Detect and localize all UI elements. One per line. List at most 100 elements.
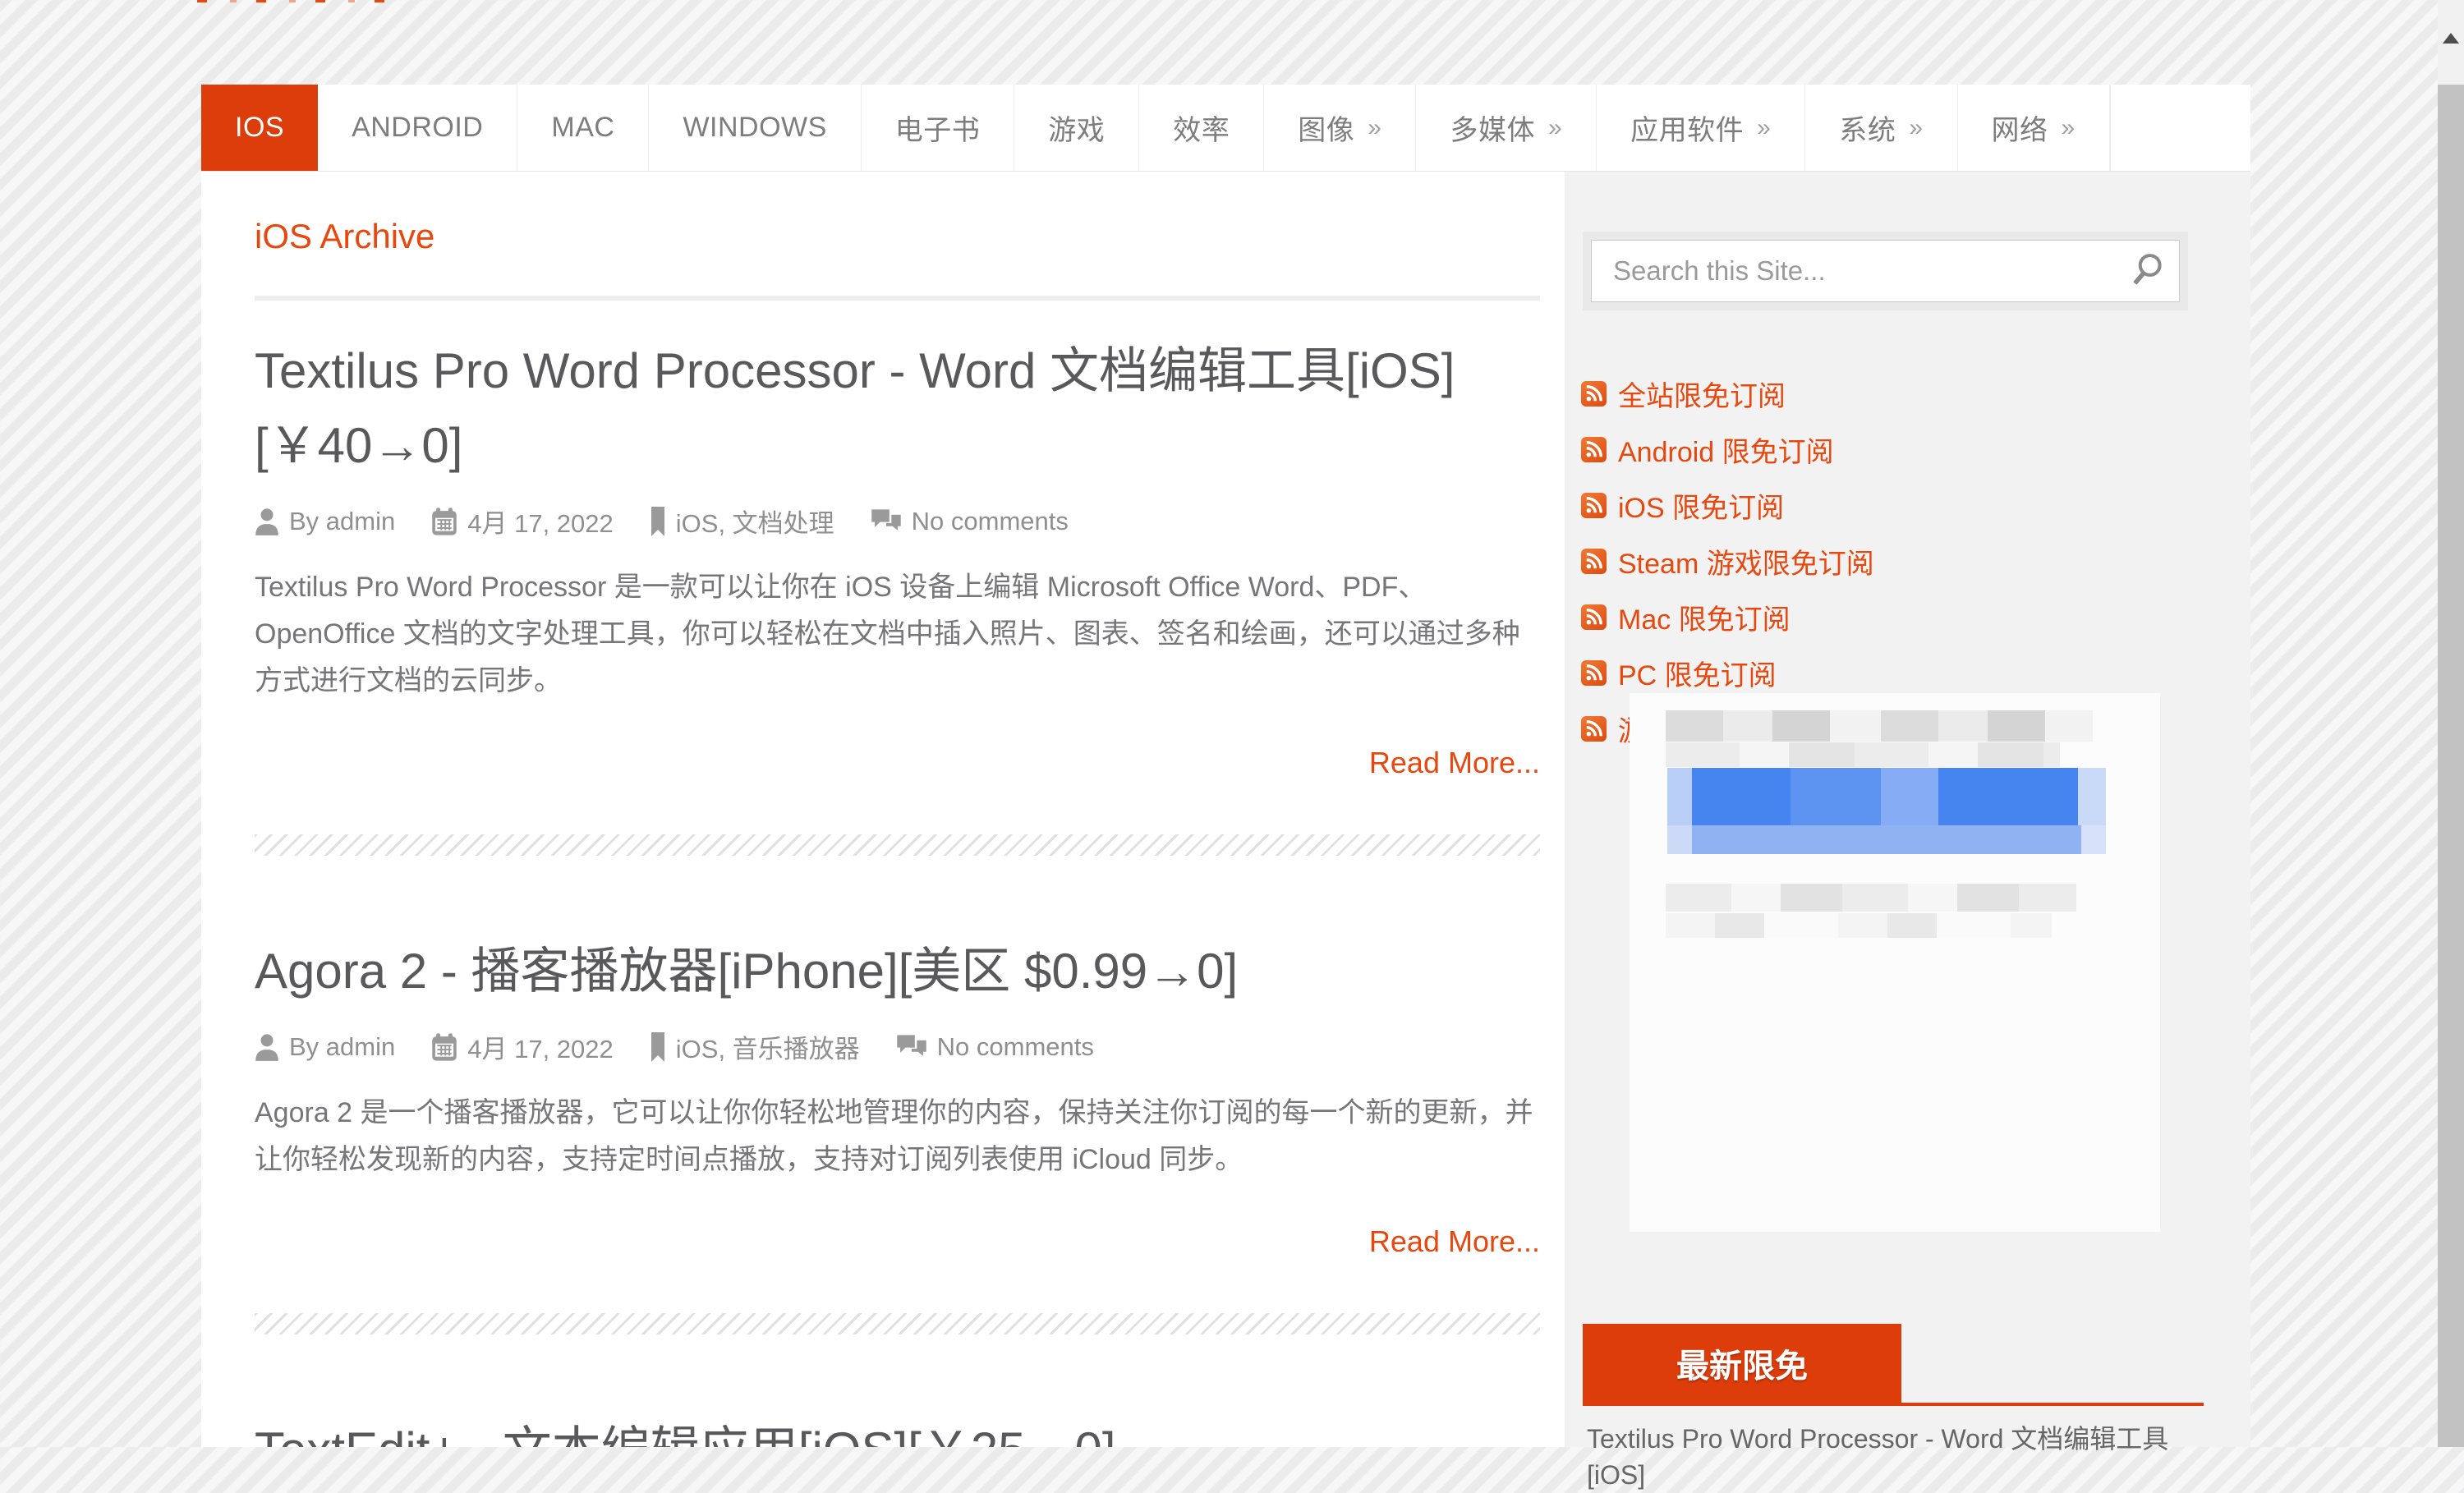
rss-icon (1581, 604, 1607, 630)
chevron-submenu-icon: » (2062, 114, 2076, 142)
nav-tab-label: 游戏 (1048, 108, 1105, 148)
post-author[interactable]: By admin (255, 1032, 395, 1062)
nav-tab-label: 应用软件 (1630, 108, 1744, 148)
post-divider (255, 1313, 1540, 1335)
post-excerpt: Agora 2 是一个播客播放器，它可以让你你轻松地管理你的内容，保持关注你订阅… (255, 1090, 1540, 1183)
page-title: iOS Archive (255, 217, 1540, 256)
nav-tab-label: 效率 (1173, 108, 1230, 148)
nav-tab-ios[interactable]: IOS (201, 85, 318, 171)
latest-header-underline (1583, 1403, 2204, 1406)
post-comments[interactable]: No comments (896, 1032, 1094, 1062)
post: Textilus Pro Word Processor - Word 文档编辑工… (255, 333, 1540, 856)
post-excerpt: Textilus Pro Word Processor 是一款可以让你在 iOS… (255, 564, 1540, 705)
nav-tab-multimedia[interactable]: 多媒体 » (1416, 85, 1597, 171)
post-categories[interactable]: iOS, 文档处理 (650, 503, 834, 540)
nav-tab-label: 多媒体 (1450, 108, 1535, 148)
scrollbar-thumb[interactable] (2438, 85, 2464, 1447)
article-list: iOS Archive Textilus Pro Word Processor … (201, 172, 1565, 1447)
rss-link-android[interactable]: Android 限免订阅 (1581, 430, 1874, 470)
nav-tab-windows[interactable]: WINDOWS (649, 85, 861, 171)
read-more-link[interactable]: Read More... (255, 1224, 1540, 1259)
latest-freebie-link[interactable]: Textilus Pro Word Processor - Word 文档编辑工… (1587, 1421, 2211, 1493)
post-date: 4月 17, 2022 (431, 1028, 614, 1065)
post-title-link[interactable]: Textilus Pro Word Processor - Word 文档编辑工… (255, 333, 1540, 483)
rss-link-steam[interactable]: Steam 游戏限免订阅 (1581, 541, 1874, 581)
bookmark-icon (650, 1032, 666, 1062)
ad-pixelated-row (1666, 884, 2076, 912)
rss-icon (1581, 660, 1607, 686)
read-more-link[interactable]: Read More... (255, 746, 1540, 780)
rss-link-mac[interactable]: Mac 限免订阅 (1581, 597, 1874, 637)
nav-tab-label: IOS (235, 112, 284, 144)
search-button[interactable] (2129, 252, 2165, 291)
post-title-link[interactable]: Agora 2 - 播客播放器[iPhone][美区 $0.99→0] (255, 934, 1540, 1008)
search-box (1583, 232, 2188, 310)
post-categories[interactable]: iOS, 音乐播放器 (650, 1028, 860, 1065)
rss-link-all[interactable]: 全站限免订阅 (1581, 374, 1874, 414)
nav-tab-label: 图像 (1298, 108, 1354, 148)
post: Agora 2 - 播客播放器[iPhone][美区 $0.99→0] By a… (255, 934, 1540, 1335)
rss-icon (1581, 381, 1607, 407)
nav-tab-system[interactable]: 系统 » (1805, 85, 1957, 171)
rss-link-label: iOS 限免订阅 (1618, 485, 1784, 526)
rss-icon (1581, 493, 1607, 518)
rss-link-label: Mac 限免订阅 (1618, 597, 1791, 637)
ad-banner[interactable] (1630, 693, 2160, 1232)
ad-pixelated-row (1666, 710, 2093, 742)
sidebar: 全站限免订阅 Android 限免订阅 iOS 限免订阅 Steam 游戏限免订… (1565, 172, 2250, 1447)
nav-filler (2110, 85, 2250, 171)
chevron-submenu-icon: » (1548, 114, 1562, 142)
calendar-icon (431, 508, 457, 535)
scrollbar-track[interactable] (2438, 0, 2464, 1447)
post-meta: By admin 4月 17, 2022 iOS, 音乐播放器 No comme… (255, 1028, 1540, 1065)
rss-link-label: PC 限免订阅 (1618, 653, 1777, 693)
ad-pixelated-row (1666, 913, 2052, 938)
nav-tab-ebook[interactable]: 电子书 (862, 85, 1015, 171)
bookmark-icon (650, 507, 666, 536)
page: { "colors": { "accent_orange": "#dd3d0a"… (0, 0, 2464, 1447)
nav-tab-productivity[interactable]: 效率 (1139, 85, 1264, 171)
comments-icon (871, 508, 902, 535)
comments-icon (896, 1034, 927, 1060)
nav-tab-label: ANDROID (352, 112, 483, 144)
post: TextEdit+ - 文本编辑应用[iOS][￥25→0] (255, 1413, 1540, 1447)
rss-link-label: 全站限免订阅 (1618, 374, 1786, 414)
nav-tab-image[interactable]: 图像 » (1264, 85, 1416, 171)
chevron-submenu-icon: » (1368, 114, 1381, 142)
rss-icon (1581, 437, 1607, 462)
ad-pixelated-row (1667, 825, 2106, 854)
nav-tab-label: MAC (551, 112, 614, 144)
user-icon (255, 1033, 279, 1061)
latest-freebies-header: 最新限免 (1583, 1324, 1901, 1403)
post-author[interactable]: By admin (255, 507, 395, 536)
nav-tab-mac[interactable]: MAC (517, 85, 649, 171)
rss-link-ios[interactable]: iOS 限免订阅 (1581, 485, 1874, 526)
chevron-submenu-icon: » (1757, 114, 1771, 142)
nav-tab-games[interactable]: 游戏 (1014, 85, 1139, 171)
post-title-link[interactable]: TextEdit+ - 文本编辑应用[iOS][￥25→0] (255, 1413, 1540, 1447)
nav-tab-label: WINDOWS (683, 112, 826, 144)
nav-tab-label: 电子书 (895, 108, 981, 148)
chevron-submenu-icon: » (1909, 114, 1923, 142)
main-nav: IOS ANDROID MAC WINDOWS 电子书 游戏 效率 图像 » 多媒… (201, 85, 2250, 172)
scroll-up-arrow-icon[interactable] (2443, 33, 2459, 44)
nav-tab-label: 系统 (1839, 108, 1896, 148)
search-input[interactable] (1591, 240, 2180, 302)
rss-link-label: Android 限免订阅 (1618, 430, 1834, 470)
rss-link-label: Steam 游戏限免订阅 (1618, 541, 1874, 581)
rss-icon (1581, 549, 1607, 574)
post-divider (255, 834, 1540, 856)
post-meta: By admin 4月 17, 2022 iOS, 文档处理 No commen… (255, 503, 1540, 540)
post-comments[interactable]: No comments (871, 507, 1069, 536)
search-icon (2129, 252, 2165, 288)
nav-tab-software[interactable]: 应用软件 » (1597, 85, 1805, 171)
rss-link-pc[interactable]: PC 限免订阅 (1581, 653, 1874, 693)
calendar-icon (431, 1033, 457, 1061)
ad-pixelated-row (1666, 742, 2060, 767)
ad-pixelated-row (1667, 768, 2106, 825)
nav-tab-android[interactable]: ANDROID (318, 85, 517, 171)
clipped-site-logo (197, 0, 394, 2)
nav-tab-network[interactable]: 网络» (1958, 85, 2110, 171)
divider (255, 296, 1540, 301)
rss-icon (1581, 716, 1607, 742)
